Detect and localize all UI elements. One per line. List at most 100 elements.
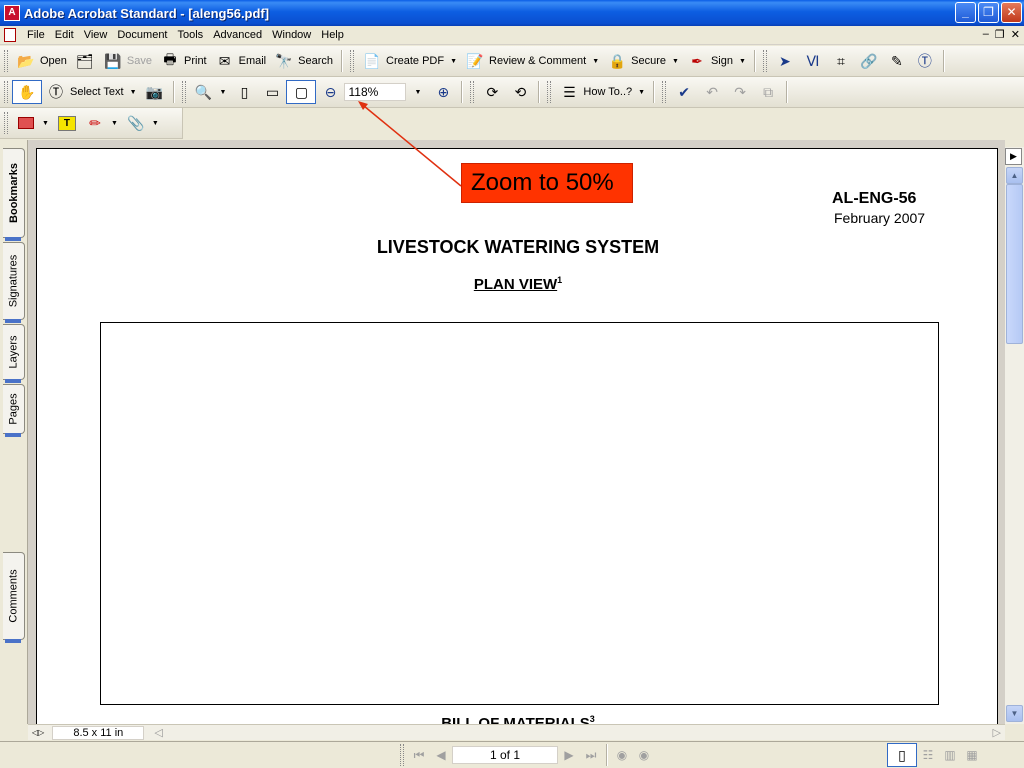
menu-document[interactable]: Document xyxy=(112,29,172,41)
menu-view[interactable]: View xyxy=(79,29,113,41)
chevron-down-icon[interactable]: ▼ xyxy=(152,120,159,127)
undo-button[interactable]: ↶ xyxy=(698,80,726,104)
chevron-down-icon[interactable]: ▼ xyxy=(739,58,746,65)
continuous-facing-layout-button[interactable]: ▦ xyxy=(961,745,983,765)
snapshot-button[interactable]: 📷 xyxy=(141,80,169,104)
select-tool-button[interactable]: ➤ xyxy=(771,49,799,73)
spell-check-button[interactable]: ✔ xyxy=(670,80,698,104)
secure-button[interactable]: 🔒 Secure ▼ xyxy=(603,49,683,73)
rotate-counterclockwise-button[interactable]: ⟲ xyxy=(506,80,534,104)
menu-window[interactable]: Window xyxy=(267,29,316,41)
first-page-button[interactable]: ⏮ xyxy=(408,745,430,765)
note-button[interactable]: ▼ xyxy=(12,111,53,135)
zoom-out-button[interactable]: ⊖ xyxy=(316,80,344,104)
email-button[interactable]: ✉ Email xyxy=(211,49,271,73)
touchup-text-button[interactable]: Ⅵ xyxy=(799,49,827,73)
toolbar-grip[interactable] xyxy=(4,81,8,103)
continuous-layout-button[interactable]: ☷ xyxy=(917,745,939,765)
previous-view-button[interactable]: ◉ xyxy=(611,745,633,765)
vertical-scrollbar[interactable]: ▲ ▼ xyxy=(1005,147,1024,724)
zoom-level-input[interactable]: 118% xyxy=(344,83,407,101)
split-handle-icon[interactable]: ◁▷ xyxy=(32,728,44,737)
toolbar-grip[interactable] xyxy=(181,81,186,103)
tab-comments[interactable]: Comments xyxy=(3,552,25,643)
tab-pages[interactable]: Pages xyxy=(3,384,25,437)
document-viewport[interactable]: AL-ENG-56 February 2007 LIVESTOCK WATERI… xyxy=(28,140,1005,724)
form-button[interactable]: ✎ xyxy=(883,49,911,73)
document-icon[interactable] xyxy=(4,28,16,42)
chevron-down-icon[interactable]: ▼ xyxy=(220,89,227,96)
tab-bookmarks[interactable]: Bookmarks xyxy=(3,148,25,241)
expand-panel-button[interactable]: ▶ xyxy=(1005,148,1022,165)
toolbar-grip[interactable] xyxy=(762,50,767,72)
fit-width-button[interactable]: ▢ xyxy=(286,80,317,104)
toolbar-grip[interactable] xyxy=(4,112,8,134)
text-field-button[interactable]: Ⓣ xyxy=(911,49,939,73)
fit-page-button[interactable]: ▭ xyxy=(258,80,286,104)
last-page-button[interactable]: ⏭ xyxy=(580,745,602,765)
redo-button[interactable]: ↷ xyxy=(726,80,754,104)
save-button[interactable]: 💾 Save xyxy=(99,49,156,73)
organizer-button[interactable]: 🗂 xyxy=(71,49,99,73)
toolbar-grip[interactable] xyxy=(662,81,667,103)
text-box-button[interactable]: T xyxy=(53,111,81,135)
chevron-down-icon[interactable]: ▼ xyxy=(111,120,118,127)
acrobat-icon[interactable]: A xyxy=(4,5,20,21)
minimize-button[interactable]: _ xyxy=(955,2,976,23)
print-button[interactable]: 🖶 Print xyxy=(156,49,211,73)
menu-tools[interactable]: Tools xyxy=(173,29,209,41)
chevron-down-icon[interactable]: ▼ xyxy=(450,58,457,65)
scroll-up-button[interactable]: ▲ xyxy=(1006,167,1023,184)
menu-advanced[interactable]: Advanced xyxy=(208,29,267,41)
previous-page-button[interactable]: ◀ xyxy=(430,745,452,765)
zoom-in-button[interactable]: ⊕ xyxy=(429,80,457,104)
next-page-button[interactable]: ▶ xyxy=(558,745,580,765)
open-button[interactable]: 📂 Open xyxy=(12,49,71,73)
scroll-thumb[interactable] xyxy=(1006,184,1023,344)
toolbar-grip[interactable] xyxy=(400,744,404,766)
tab-layers[interactable]: Layers xyxy=(3,324,25,383)
scroll-right-icon[interactable]: ▷ xyxy=(993,726,1001,739)
maximize-button[interactable]: ❐ xyxy=(978,2,999,23)
zoom-tool-button[interactable]: 🔍 ▼ xyxy=(190,80,231,104)
howto-button[interactable]: ☰ How To..? ▼ xyxy=(555,80,649,104)
toolbar-grip[interactable] xyxy=(470,81,475,103)
select-text-button[interactable]: Ⓣ Select Text ▼ xyxy=(42,80,141,104)
hand-tool-button[interactable]: ✋ xyxy=(12,80,42,104)
toolbar-grip[interactable] xyxy=(547,81,552,103)
create-pdf-button[interactable]: 📄 Create PDF ▼ xyxy=(358,49,461,73)
rotate-clockwise-button[interactable]: ⟳ xyxy=(478,80,506,104)
tab-signatures[interactable]: Signatures xyxy=(3,242,25,323)
menu-file[interactable]: File xyxy=(22,29,50,41)
toolbar-grip[interactable] xyxy=(350,50,354,72)
next-view-button[interactable]: ◉ xyxy=(633,745,655,765)
chevron-down-icon[interactable]: ▼ xyxy=(672,58,679,65)
sign-button[interactable]: ✒ Sign ▼ xyxy=(683,49,750,73)
page-number-field[interactable]: 1 of 1 xyxy=(452,746,558,764)
menu-help[interactable]: Help xyxy=(316,29,349,41)
single-page-layout-button[interactable]: ▯ xyxy=(887,743,917,767)
review-comment-button[interactable]: 📝 Review & Comment ▼ xyxy=(461,49,603,73)
doc-minimize-button[interactable]: – xyxy=(983,28,989,41)
chevron-down-icon[interactable]: ▼ xyxy=(130,89,137,96)
horizontal-scrollbar[interactable]: ◁▷ 8.5 x 11 in ◁ ▷ xyxy=(28,724,1005,740)
crop-button[interactable]: ⌗ xyxy=(827,49,855,73)
scroll-left-icon[interactable]: ◁ xyxy=(154,726,162,739)
chevron-down-icon[interactable]: ▼ xyxy=(592,58,599,65)
scroll-down-button[interactable]: ▼ xyxy=(1006,705,1023,722)
pencil-button[interactable]: ✏ ▼ xyxy=(81,111,122,135)
link-button[interactable]: 🔗 xyxy=(855,49,883,73)
doc-close-button[interactable]: ✕ xyxy=(1011,28,1020,41)
facing-layout-button[interactable]: ▥ xyxy=(939,745,961,765)
attach-button[interactable]: 📎 ▼ xyxy=(122,111,163,135)
doc-restore-button[interactable]: ❐ xyxy=(995,28,1005,41)
search-button[interactable]: 🔭 Search xyxy=(270,49,337,73)
menu-edit[interactable]: Edit xyxy=(50,29,79,41)
toolbar-grip[interactable] xyxy=(4,50,8,72)
chevron-down-icon[interactable]: ▼ xyxy=(638,89,645,96)
close-button[interactable]: ✕ xyxy=(1001,2,1022,23)
zoom-dropdown-icon[interactable]: ▼ xyxy=(414,89,421,96)
actual-size-button[interactable]: ▯ xyxy=(230,80,258,104)
chevron-down-icon[interactable]: ▼ xyxy=(42,120,49,127)
copy-button[interactable]: ⧉ xyxy=(754,80,782,104)
